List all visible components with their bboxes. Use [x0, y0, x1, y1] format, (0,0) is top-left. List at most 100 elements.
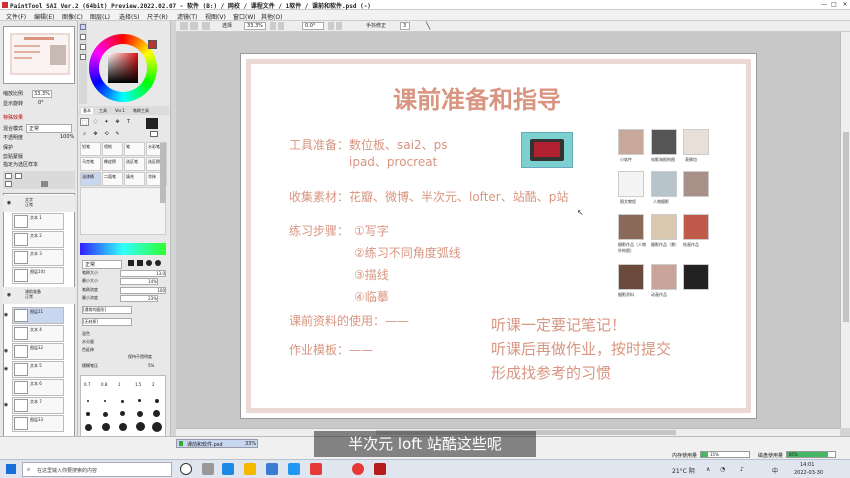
clock-date[interactable]: 2022-03-30 — [794, 470, 823, 476]
selection-icon[interactable] — [180, 22, 188, 30]
windows-start-icon[interactable] — [6, 464, 16, 474]
magic-wand-icon[interactable]: ✦ — [102, 118, 111, 126]
eyedropper-icon[interactable]: ✎ — [113, 130, 122, 138]
size-preset[interactable]: 2 — [152, 382, 155, 387]
copy-layer-icon[interactable] — [5, 181, 12, 187]
sai-icon[interactable] — [374, 463, 386, 475]
brush-shape-round[interactable] — [146, 260, 152, 266]
eye-icon[interactable]: ◉ — [1, 361, 11, 378]
menu-filter[interactable]: 滤镜(T) — [177, 12, 197, 21]
saturation-square[interactable] — [108, 53, 138, 83]
menu-window[interactable]: 窗口(W) — [233, 12, 256, 21]
brush-shape-square[interactable] — [128, 260, 134, 266]
volume-icon[interactable]: ♪ — [740, 466, 744, 473]
maximize-button[interactable]: □ — [830, 1, 838, 8]
layer-row-selected[interactable]: 图层11 — [12, 307, 64, 324]
edge-icon[interactable] — [222, 463, 234, 475]
layer-row[interactable]: ◉ 文字 正常 — [3, 195, 75, 212]
tray-chevron-icon[interactable]: ∧ — [706, 466, 710, 473]
document-tab[interactable]: 课前和软件.psd 33% — [176, 439, 258, 448]
menu-other[interactable]: 其他(O) — [261, 12, 282, 21]
min-density-field[interactable]: 23% — [120, 295, 158, 302]
current-color-swatch[interactable] — [148, 40, 157, 49]
menu-edit[interactable]: 编辑(E) — [34, 12, 54, 21]
eye-icon[interactable]: ◉ — [1, 397, 11, 414]
keep-opacity-checkbox[interactable]: 保持不透明度 — [128, 354, 152, 360]
brush-density-field[interactable]: 100 — [120, 287, 166, 294]
rotate-tool-icon[interactable]: ⟲ — [102, 130, 111, 138]
layer-row[interactable]: 文本 2 — [12, 231, 64, 248]
new-layer-icon[interactable] — [5, 173, 12, 179]
clock-time[interactable]: 14:01 — [800, 462, 814, 468]
brush-scrollbar[interactable] — [160, 143, 166, 203]
new-folder-icon[interactable] — [15, 173, 22, 179]
selection-source-checkbox[interactable]: 指定为选区样本 — [3, 161, 38, 168]
brush-cell[interactable]: 喷枪 — [102, 142, 123, 156]
secondary-color-box[interactable] — [150, 131, 158, 137]
layer-row[interactable]: 图层13 — [12, 415, 64, 432]
select-rect-icon[interactable]: ⬚ — [80, 118, 89, 126]
eye-icon[interactable]: ◉ — [1, 307, 11, 324]
move-icon[interactable]: ✥ — [113, 118, 122, 126]
tab-tools[interactable]: 工具 — [99, 108, 107, 114]
hand-tool-icon[interactable]: ✥ — [91, 130, 100, 138]
opacity-value[interactable]: 100% — [60, 134, 74, 140]
chrome-icon[interactable] — [352, 463, 364, 475]
widgets-icon[interactable] — [202, 463, 214, 475]
hsv-mode-icon[interactable] — [80, 44, 86, 50]
brush-shape-select[interactable]: [通常的圆形] — [82, 306, 132, 314]
primary-color-box[interactable] — [146, 118, 158, 129]
zoom-field-left[interactable]: 33.3% — [32, 90, 52, 98]
wifi-icon[interactable]: ◔ — [720, 466, 725, 473]
palette-mode-icon[interactable] — [80, 54, 86, 60]
menu-image[interactable]: 图像(C) — [62, 12, 83, 21]
stabilizer-field[interactable]: 3 — [400, 22, 410, 30]
brush-shape-square[interactable] — [137, 260, 143, 266]
weather-text[interactable]: 21°C 阴 — [672, 466, 695, 475]
brush-cell[interactable]: 选区笔 — [124, 157, 145, 171]
brush-cell[interactable]: 铅笔 — [80, 142, 101, 156]
layer-row[interactable]: 文本 6 — [12, 379, 64, 396]
menu-file[interactable]: 文件(F) — [6, 12, 26, 21]
brush-size-field[interactable]: 13.0 — [120, 270, 166, 277]
lasso-icon[interactable]: ◌ — [91, 118, 100, 126]
brush-texture-select[interactable]: [无材质] — [82, 318, 132, 326]
layer-row[interactable]: 图层12 — [12, 343, 64, 360]
navigator-preview[interactable] — [3, 26, 75, 84]
eye-icon[interactable]: ◉ — [4, 195, 14, 212]
effects-label[interactable]: 特殊效果 — [3, 114, 23, 121]
menu-select[interactable]: 选择(S) — [119, 12, 140, 21]
zoom-minus-icon[interactable] — [270, 22, 276, 30]
clear-icon[interactable] — [190, 22, 198, 30]
angle-field-left[interactable]: 0° — [38, 100, 44, 106]
tab-ver1[interactable]: Ver.1 — [115, 108, 125, 113]
explorer-icon[interactable] — [244, 463, 256, 475]
brush-cell[interactable]: 笔 — [124, 142, 145, 156]
rgb-mode-icon[interactable] — [80, 34, 86, 40]
layer-row[interactable]: 文本 4 — [12, 325, 64, 342]
task-view-icon[interactable] — [180, 463, 192, 475]
brush-cell-selected[interactable]: 油漆桶 — [80, 172, 101, 186]
zoom-field[interactable]: 33.3% — [244, 22, 266, 30]
rotate-left-icon[interactable] — [328, 22, 334, 30]
menu-ruler[interactable]: 尺子(R) — [147, 12, 168, 21]
app-icon[interactable] — [288, 463, 300, 475]
layer-row[interactable]: 文本 7 — [12, 397, 64, 414]
brush-cell[interactable]: 填充 — [124, 172, 145, 186]
zoom-plus-icon[interactable] — [278, 22, 284, 30]
app-icon[interactable] — [310, 463, 322, 475]
rotate-right-icon[interactable] — [336, 22, 342, 30]
angle-field[interactable]: 0.0° — [302, 22, 324, 30]
menu-view[interactable]: 视图(V) — [205, 12, 226, 21]
layer-row[interactable]: 文本 3 — [12, 249, 64, 266]
tab-basic[interactable]: 基本 — [81, 108, 93, 114]
deselect-icon[interactable] — [202, 22, 210, 30]
tab-brush-tools[interactable]: 笔刷工具 — [133, 108, 149, 114]
minimize-button[interactable]: — — [820, 1, 828, 8]
size-preset[interactable]: 1.5 — [135, 382, 141, 387]
trash-icon[interactable] — [41, 181, 48, 187]
text-tool-icon[interactable]: T — [124, 118, 133, 126]
layer-folder-row[interactable]: ◉ 课前准备 正常 — [3, 287, 75, 304]
blur-pressure-value[interactable]: 5% — [148, 363, 154, 368]
brush-cell[interactable]: 橡皮擦 — [102, 157, 123, 171]
